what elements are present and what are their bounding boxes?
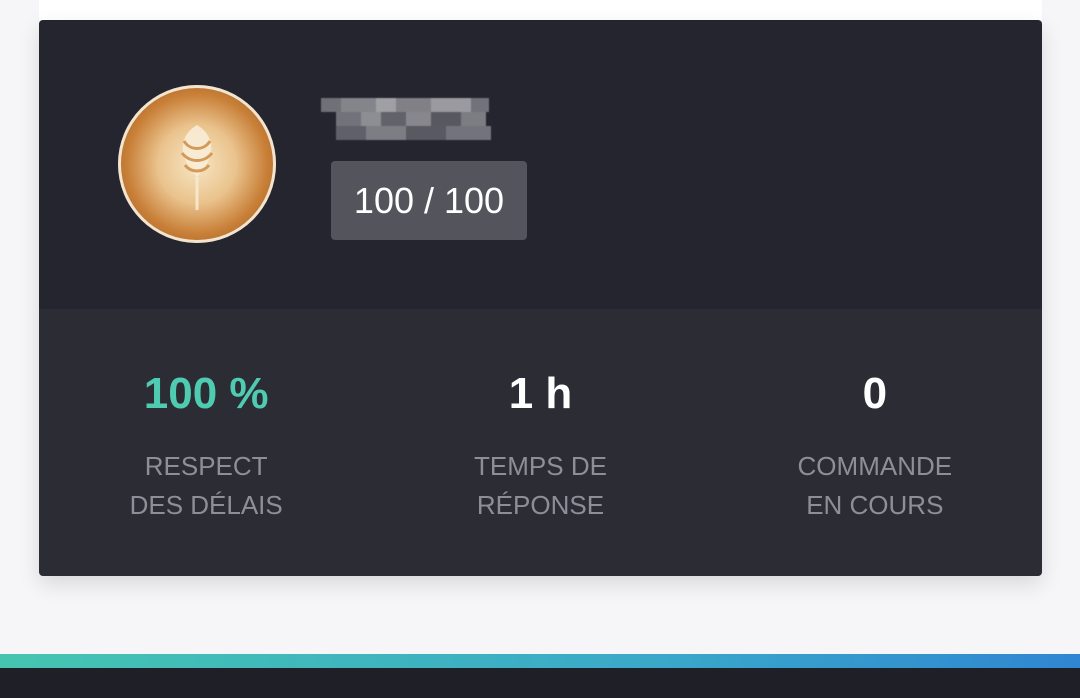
stat-label: RESPECT DES DÉLAIS — [39, 447, 373, 525]
stat-label: COMMANDE EN COURS — [708, 447, 1042, 525]
stat-label-line: EN COURS — [806, 490, 944, 520]
avatar[interactable] — [118, 85, 276, 243]
footer-accent-bar — [0, 654, 1080, 668]
stat-value: 100 % — [143, 369, 269, 418]
stats-row: 100 % RESPECT DES DÉLAIS 1 h TEMPS DE RÉ… — [39, 309, 1042, 576]
username-blurred — [321, 98, 491, 140]
stat-label-line: DES DÉLAIS — [129, 490, 283, 520]
stat-label-line: RESPECT — [144, 451, 268, 481]
stat-deadline-respect: 100 % RESPECT DES DÉLAIS — [39, 309, 373, 576]
profile-header: 100 / 100 — [39, 20, 1042, 309]
stat-orders-in-progress: 0 COMMANDE EN COURS — [708, 309, 1042, 576]
stat-label-line: COMMANDE — [797, 451, 953, 481]
stat-value: 1 h — [508, 369, 573, 418]
stat-label-line: TEMPS DE — [474, 451, 607, 481]
stat-response-time: 1 h TEMPS DE RÉPONSE — [373, 309, 707, 576]
score-badge: 100 / 100 — [331, 161, 527, 240]
latte-art-icon — [180, 125, 214, 210]
seller-profile-card: 100 / 100 100 % RESPECT DES DÉLAIS 1 h T… — [39, 20, 1042, 576]
footer — [0, 668, 1080, 698]
stat-label-line: RÉPONSE — [476, 490, 605, 520]
stat-label: TEMPS DE RÉPONSE — [373, 447, 707, 525]
previous-card — [39, 0, 1042, 20]
stat-value: 0 — [862, 369, 888, 418]
